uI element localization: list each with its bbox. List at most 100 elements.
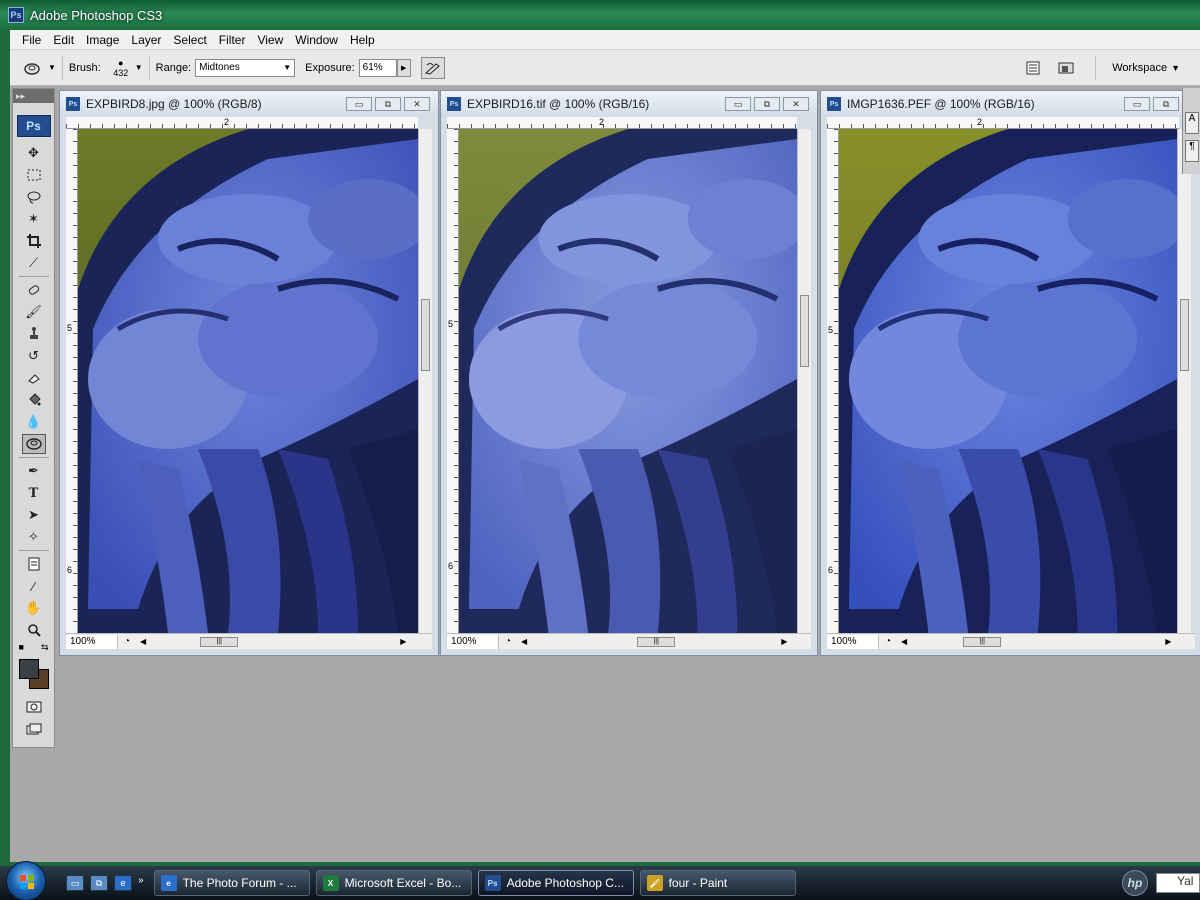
minimize-button[interactable]: ▭ xyxy=(346,97,372,111)
zoom-level[interactable]: 100% xyxy=(827,634,879,649)
document-canvas[interactable] xyxy=(839,129,1177,633)
restore-button[interactable]: ⧉ xyxy=(375,97,401,111)
vertical-scrollbar[interactable] xyxy=(797,129,811,633)
paragraph-panel-icon[interactable]: ¶ xyxy=(1185,140,1199,162)
eyedropper-icon[interactable]: ⁄ xyxy=(22,576,46,596)
eraser-tool-icon[interactable] xyxy=(22,368,46,388)
default-colors-icon[interactable]: ■ xyxy=(19,642,24,653)
photoshop-logo[interactable]: Ps xyxy=(16,115,51,137)
menu-select[interactable]: Select xyxy=(167,33,212,47)
document-canvas[interactable] xyxy=(78,129,418,633)
character-panel-icon[interactable]: A xyxy=(1185,112,1199,134)
bridge-icon[interactable] xyxy=(1055,57,1079,79)
magic-wand-icon[interactable]: ✶ xyxy=(22,209,46,229)
sponge-tool-preset-icon[interactable] xyxy=(18,55,48,81)
document-canvas[interactable] xyxy=(459,129,797,633)
document-window-imgp1636[interactable]: Ps IMGP1636.PEF @ 100% (RGB/16) ▭ ⧉ ✕ 2 … xyxy=(820,90,1200,656)
scroll-right-icon[interactable]: ▶ xyxy=(781,637,787,646)
history-brush-icon[interactable]: ↺ xyxy=(22,346,46,366)
brush-tool-icon[interactable]: 🖌 xyxy=(22,302,46,322)
notes-tool-icon[interactable] xyxy=(22,554,46,574)
menu-edit[interactable]: Edit xyxy=(47,33,80,47)
scroll-right-icon[interactable]: ▶ xyxy=(400,637,406,646)
tools-panel-header[interactable]: ▸▸ xyxy=(13,89,54,103)
screen-mode-icon[interactable] xyxy=(22,719,46,739)
minimize-button[interactable]: ▭ xyxy=(1124,97,1150,111)
collapsed-panel-dock[interactable]: A ¶ xyxy=(1182,88,1200,174)
vertical-scrollbar[interactable] xyxy=(418,129,432,633)
scroll-left-icon[interactable]: ◀ xyxy=(521,637,527,646)
horizontal-scrollbar[interactable]: ||| xyxy=(911,635,1165,649)
type-tool-icon[interactable]: T xyxy=(22,483,46,503)
close-button[interactable]: ✕ xyxy=(404,97,430,111)
swap-colors-icon[interactable]: ⇆ xyxy=(41,642,49,653)
taskbar-item-photoshop[interactable]: Ps Adobe Photoshop C... xyxy=(477,870,634,896)
pen-tool-icon[interactable]: ✒ xyxy=(22,461,46,481)
minimize-button[interactable]: ▭ xyxy=(725,97,751,111)
brush-picker[interactable]: ● 432 xyxy=(107,58,135,78)
blur-tool-icon[interactable]: 💧 xyxy=(22,412,46,432)
chevron-down-icon[interactable]: ▼ xyxy=(1171,63,1180,73)
document-titlebar[interactable]: Ps EXPBIRD8.jpg @ 100% (RGB/8) ▭ ⧉ ✕ xyxy=(60,91,438,117)
restore-button[interactable]: ⧉ xyxy=(1153,97,1179,111)
menu-image[interactable]: Image xyxy=(80,33,125,47)
marquee-tool-icon[interactable] xyxy=(22,165,46,185)
exposure-input[interactable]: 61% xyxy=(358,58,397,77)
workspace-menu[interactable]: Workspace xyxy=(1112,62,1167,74)
switch-windows-icon[interactable]: ⧉ xyxy=(90,875,108,891)
document-titlebar[interactable]: Ps IMGP1636.PEF @ 100% (RGB/16) ▭ ⧉ ✕ xyxy=(821,91,1200,117)
scrollbar-thumb[interactable]: ||| xyxy=(963,636,1002,647)
menu-help[interactable]: Help xyxy=(344,33,381,47)
clone-stamp-icon[interactable] xyxy=(22,324,46,344)
menu-filter[interactable]: Filter xyxy=(213,33,252,47)
scroll-right-icon[interactable]: ▶ xyxy=(1165,637,1171,646)
document-titlebar[interactable]: Ps EXPBIRD16.tif @ 100% (RGB/16) ▭ ⧉ ✕ xyxy=(441,91,817,117)
quick-mask-icon[interactable] xyxy=(22,697,46,717)
paint-bucket-icon[interactable] xyxy=(22,390,46,410)
hand-tool-icon[interactable]: ✋ xyxy=(22,598,46,618)
custom-shape-icon[interactable]: ✧ xyxy=(22,527,46,547)
healing-brush-icon[interactable] xyxy=(22,280,46,300)
path-selection-icon[interactable]: ➤ xyxy=(22,505,46,525)
zoom-level[interactable]: 100% xyxy=(447,634,499,649)
scrollbar-thumb[interactable]: ||| xyxy=(637,636,676,647)
scrollbar-thumb[interactable] xyxy=(1180,299,1189,371)
lasso-tool-icon[interactable] xyxy=(22,187,46,207)
range-select[interactable]: Midtones ▼ xyxy=(195,58,296,77)
search-box[interactable]: Yal xyxy=(1156,873,1200,893)
taskbar-item-paint[interactable]: 🖌 four - Paint xyxy=(639,870,796,896)
scrollbar-thumb[interactable] xyxy=(800,295,809,367)
slice-tool-icon[interactable]: ⟋ xyxy=(22,253,46,273)
document-window-expbird16[interactable]: Ps EXPBIRD16.tif @ 100% (RGB/16) ▭ ⧉ ✕ 2… xyxy=(440,90,818,656)
crop-tool-icon[interactable] xyxy=(22,231,46,251)
sponge-tool-icon[interactable] xyxy=(21,434,46,454)
scrollbar-thumb[interactable] xyxy=(421,299,430,371)
internet-explorer-icon[interactable]: e xyxy=(114,875,132,891)
status-info-icon[interactable]: ◔ xyxy=(505,636,511,647)
zoom-level[interactable]: 100% xyxy=(66,634,118,649)
chevron-right-icon[interactable]: » xyxy=(138,875,144,891)
scroll-left-icon[interactable]: ◀ xyxy=(140,637,146,646)
taskbar-item-photo-forum[interactable]: e The Photo Forum - ... xyxy=(153,870,310,896)
horizontal-scrollbar[interactable]: ||| xyxy=(150,635,400,649)
airbrush-toggle[interactable] xyxy=(420,56,445,79)
taskbar-item-excel[interactable]: X Microsoft Excel - Bo... xyxy=(315,870,472,896)
scrollbar-thumb[interactable]: ||| xyxy=(200,636,239,647)
close-button[interactable]: ✕ xyxy=(783,97,809,111)
status-info-icon[interactable]: ◔ xyxy=(885,636,891,647)
vertical-scrollbar[interactable] xyxy=(1177,129,1191,633)
chevron-down-icon[interactable]: ▼ xyxy=(135,63,143,72)
start-button[interactable] xyxy=(6,861,46,900)
menu-window[interactable]: Window xyxy=(289,33,344,47)
exposure-slider-button[interactable]: ▶ xyxy=(396,58,411,77)
horizontal-scrollbar[interactable]: ||| xyxy=(531,635,781,649)
restore-button[interactable]: ⧉ xyxy=(754,97,780,111)
menu-layer[interactable]: Layer xyxy=(125,33,167,47)
zoom-tool-icon[interactable] xyxy=(22,620,46,640)
move-tool-icon[interactable]: ✥ xyxy=(22,143,46,163)
palette-well-icon[interactable] xyxy=(1021,57,1045,79)
app-titlebar[interactable]: Ps Adobe Photoshop CS3 xyxy=(0,0,1200,30)
document-window-expbird8[interactable]: Ps EXPBIRD8.jpg @ 100% (RGB/8) ▭ ⧉ ✕ 2 5… xyxy=(59,90,439,656)
scroll-left-icon[interactable]: ◀ xyxy=(901,637,907,646)
foreground-color-swatch[interactable] xyxy=(18,659,39,679)
